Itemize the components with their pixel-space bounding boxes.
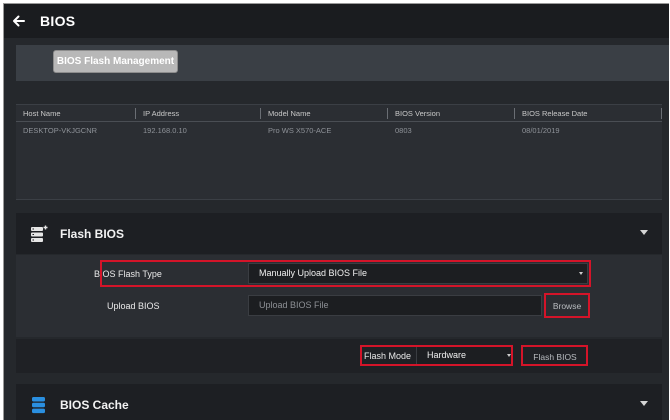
chevron-down-icon[interactable] xyxy=(640,230,648,235)
database-icon xyxy=(30,396,48,414)
device-info-table: Host Name IP Address Model Name BIOS Ver… xyxy=(16,104,662,200)
top-bar: BIOS xyxy=(4,4,669,38)
column-header: Host Name xyxy=(16,107,136,119)
highlight-box xyxy=(521,345,588,366)
table-row: DESKTOP-VKJGCNR 192.168.0.10 Pro WS X570… xyxy=(16,122,662,138)
column-header: BIOS Version xyxy=(388,107,515,119)
app-window: BIOS BIOS Flash Management Host Name IP … xyxy=(3,3,669,420)
highlight-box xyxy=(544,293,590,318)
table-cell: 08/01/2019 xyxy=(522,125,560,135)
table-cell: Pro WS X570-ACE xyxy=(268,125,332,135)
arrow-left-icon[interactable] xyxy=(12,14,26,28)
table-cell: 192.168.0.10 xyxy=(143,125,187,135)
server-plus-icon xyxy=(30,225,48,243)
highlight-box xyxy=(100,260,591,287)
chevron-down-icon[interactable] xyxy=(640,401,648,406)
tab-bios-flash-management[interactable]: BIOS Flash Management xyxy=(53,50,178,73)
column-header: Model Name xyxy=(261,107,388,119)
flash-bios-panel-header[interactable]: Flash BIOS xyxy=(16,213,662,254)
column-header: IP Address xyxy=(136,107,261,119)
flash-bios-form: BIOS Flash Type Manually Upload BIOS Fil… xyxy=(16,255,662,337)
table-cell: DESKTOP-VKJGCNR xyxy=(23,125,98,135)
tab-strip: BIOS Flash Management xyxy=(16,45,669,81)
upload-bios-label: Upload BIOS xyxy=(107,301,160,311)
page-title: BIOS xyxy=(40,13,76,29)
column-header: BIOS Release Date xyxy=(515,107,662,119)
bios-cache-title: BIOS Cache xyxy=(60,397,129,412)
table-cell: 0803 xyxy=(395,125,412,135)
highlight-box xyxy=(360,345,513,366)
flash-bios-actions: Flash Mode Hardware Flash BIOS xyxy=(16,339,662,373)
upload-bios-input[interactable]: Upload BIOS File xyxy=(248,295,542,316)
table-header: Host Name IP Address Model Name BIOS Ver… xyxy=(16,105,662,122)
flash-bios-title: Flash BIOS xyxy=(60,226,125,241)
bios-cache-panel-header[interactable]: BIOS Cache xyxy=(16,384,662,420)
